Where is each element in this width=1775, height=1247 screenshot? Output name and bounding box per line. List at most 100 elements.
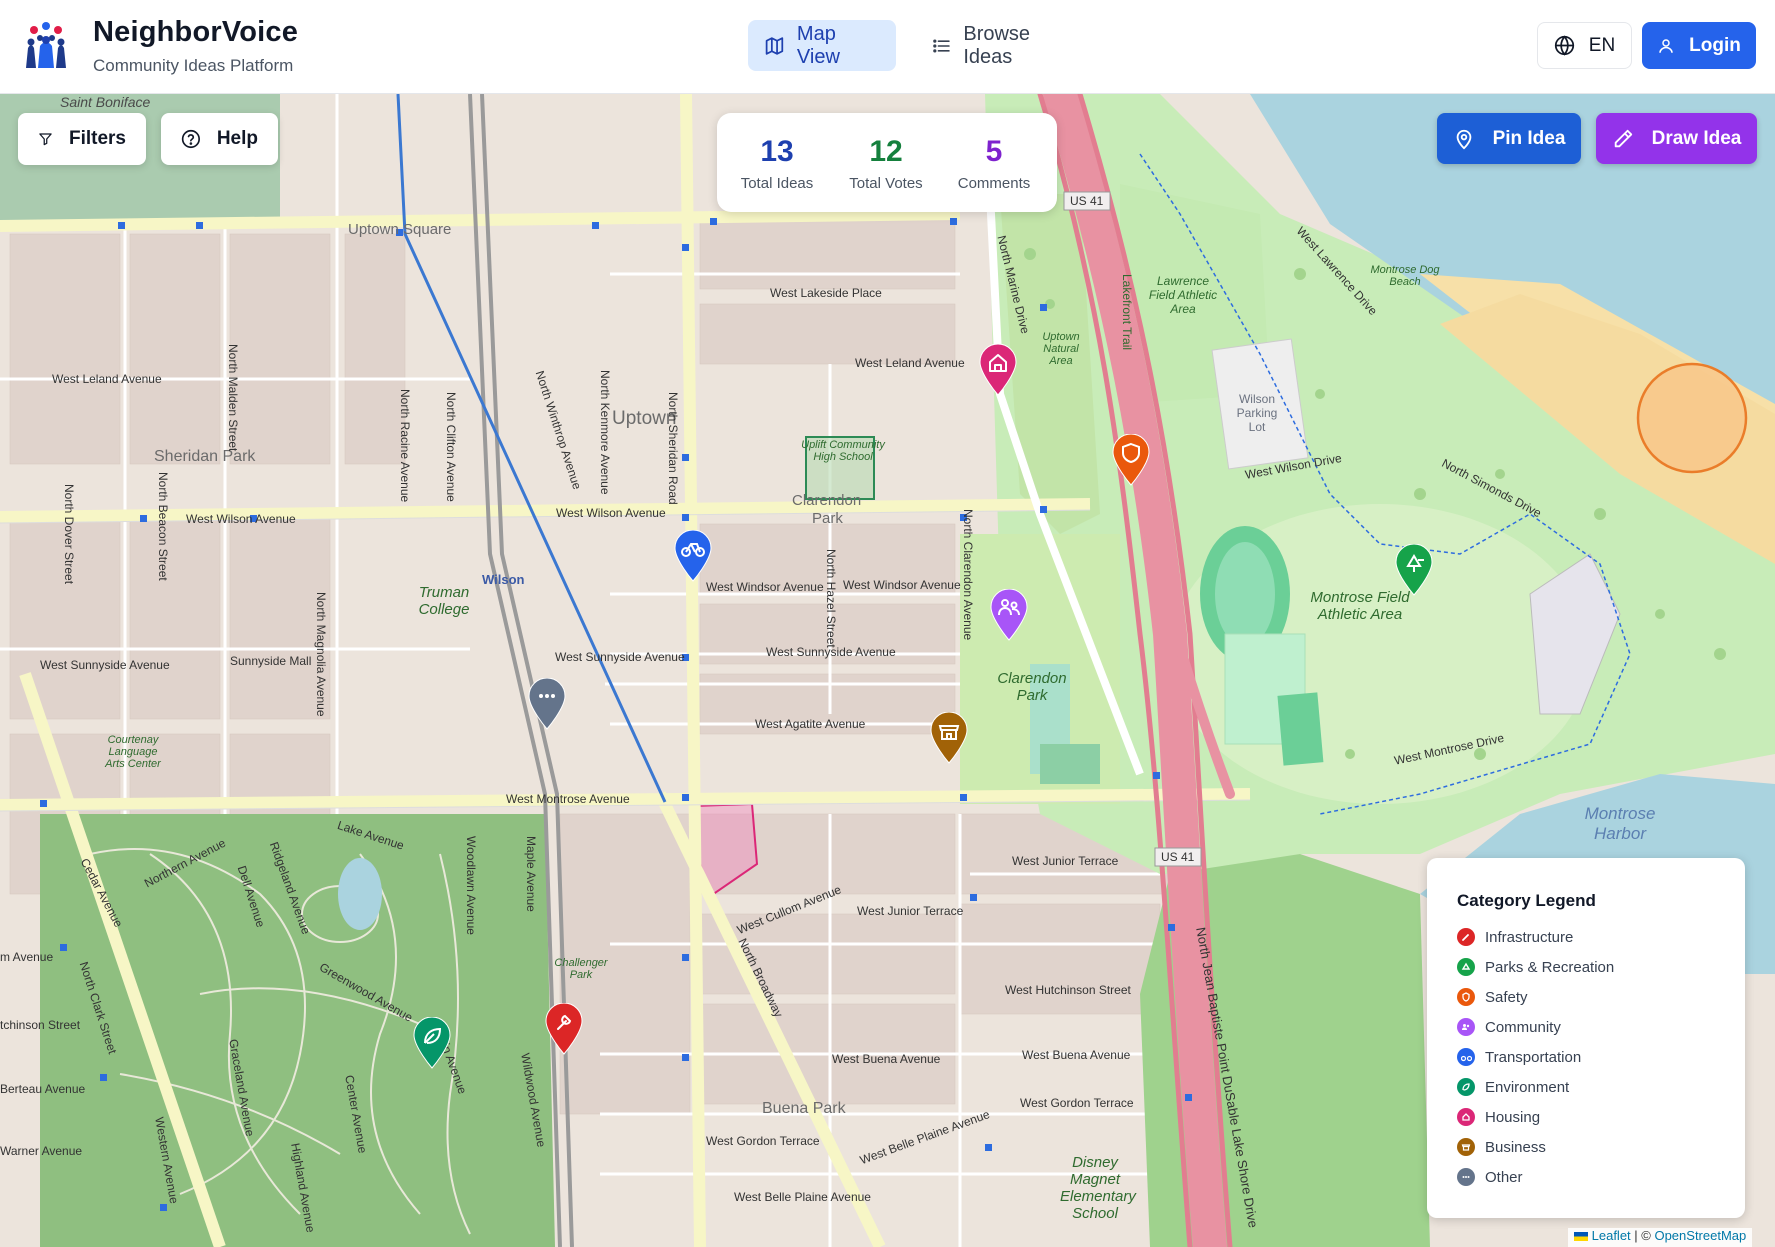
map-label-saint-boniface: Saint Boniface xyxy=(60,94,151,110)
login-button[interactable]: Login xyxy=(1642,22,1756,69)
nav-map-view[interactable]: Map View xyxy=(748,20,896,71)
map-label-disney: Disney Magnet Elementary School xyxy=(1060,1154,1136,1222)
stat-total-ideas: 13 Total Ideas xyxy=(739,137,815,193)
map-label-w-montrose: West Montrose Avenue xyxy=(506,792,630,806)
marker-parks-recreation[interactable] xyxy=(1394,543,1434,596)
nav-browse-ideas-label: Browse Ideas xyxy=(963,22,1031,68)
map-label-w-hutchinson: West Hutchinson Street xyxy=(1005,983,1131,997)
stat-total-ideas-label: Total Ideas xyxy=(740,175,814,192)
map-label-n-clifton: North Clifton Avenue xyxy=(444,392,458,502)
map-label-w-leland: West Leland Avenue xyxy=(52,372,162,386)
marker-transportation[interactable] xyxy=(673,529,713,582)
map-label-montrose-dog-beach: Montrose Dog Beach xyxy=(1370,264,1440,288)
map-label-w-buena-2: West Buena Avenue xyxy=(1022,1048,1131,1062)
legend-title: Category Legend xyxy=(1457,891,1596,910)
map-label-w-buena: West Buena Avenue xyxy=(832,1052,941,1066)
map-label-clarendon-park-word: Park xyxy=(812,510,843,527)
map-label-n-clarendon: North Clarendon Avenue xyxy=(961,509,975,641)
shield-icon xyxy=(1457,988,1475,1006)
map-label-w-lakeside: West Lakeside Place xyxy=(770,286,882,300)
map-label-w-gordon-2: West Gordon Terrace xyxy=(706,1134,820,1148)
ukraine-flag-icon xyxy=(1574,1232,1588,1242)
map-label-n-malden: North Malden Street xyxy=(226,344,240,452)
map-label-woodlawn: Woodlawn Avenue xyxy=(464,836,478,935)
legend-label: Transportation xyxy=(1485,1048,1582,1066)
app-logo xyxy=(22,20,70,70)
map-label-n-hazel: North Hazel Street xyxy=(824,549,838,648)
stat-comments-value: 5 xyxy=(985,135,1003,168)
help-button[interactable]: Help xyxy=(161,113,278,165)
map-label-maple: Maple Avenue xyxy=(524,836,538,912)
map-label-uplift: Uplift Community High School xyxy=(801,439,885,463)
map-label-challenger: Challenger Park xyxy=(554,957,608,981)
map-label-w-sunnyside-2: West Sunnyside Avenue xyxy=(555,650,685,664)
marker-other[interactable] xyxy=(527,677,567,730)
map-icon xyxy=(765,36,784,55)
home-icon xyxy=(1457,1108,1475,1126)
marker-housing[interactable] xyxy=(978,343,1018,396)
legend-item-community: Community xyxy=(1457,1015,1561,1039)
nav-browse-ideas[interactable]: Browse Ideas xyxy=(916,20,1086,71)
users-icon xyxy=(1457,1018,1475,1036)
user-icon xyxy=(1659,38,1673,53)
legend-label: Infrastructure xyxy=(1485,928,1574,946)
map-label-w-junior: West Junior Terrace xyxy=(1012,854,1119,868)
map-label-wilson: Wilson xyxy=(482,572,525,587)
marker-community[interactable] xyxy=(989,588,1029,641)
filters-button[interactable]: Filters xyxy=(18,113,146,165)
map-label-warner: Warner Avenue xyxy=(0,1144,83,1158)
app-subtitle: Community Ideas Platform xyxy=(93,56,294,75)
list-icon xyxy=(933,39,950,52)
marker-safety[interactable] xyxy=(1111,433,1151,486)
map-label-lawrence-field: Lawrence Field Athletic Area xyxy=(1148,274,1218,316)
leaflet-link[interactable]: Leaflet xyxy=(1592,1228,1631,1243)
legend-item-business: Business xyxy=(1457,1135,1546,1159)
map-label-n-sheridan: North Sheridan Road xyxy=(666,392,680,505)
legend-item-environment: Environment xyxy=(1457,1075,1569,1099)
map-label-clarendon: Clarendon xyxy=(792,492,862,509)
map-label-n-dover: North Dover Street xyxy=(62,484,76,585)
bike-icon xyxy=(1457,1048,1475,1066)
draw-idea-button[interactable]: Draw Idea xyxy=(1596,113,1757,164)
help-icon xyxy=(181,129,200,149)
marker-environment[interactable] xyxy=(412,1016,452,1069)
nav-map-view-label: Map View xyxy=(796,22,840,68)
map-label-w-agatite: West Agatite Avenue xyxy=(755,717,866,731)
pencil-icon xyxy=(1614,129,1632,147)
app-title: NeighborVoice xyxy=(93,16,299,48)
map-label-w-windsor: West Windsor Avenue xyxy=(706,580,824,594)
help-label: Help xyxy=(216,128,258,149)
legend-label: Housing xyxy=(1485,1108,1541,1126)
attribution-separator: | © xyxy=(1630,1228,1655,1243)
filter-icon xyxy=(39,133,52,146)
map-label-w-sunnyside: West Sunnyside Avenue xyxy=(40,658,170,672)
legend-label: Environment xyxy=(1485,1078,1570,1096)
legend-label: Business xyxy=(1485,1138,1546,1156)
openstreetmap-link[interactable]: OpenStreetMap xyxy=(1654,1228,1746,1243)
stat-total-votes: 12 Total Votes xyxy=(846,135,926,193)
store-icon xyxy=(1457,1138,1475,1156)
globe-icon xyxy=(1554,35,1574,56)
stat-total-votes-label: Total Votes xyxy=(849,175,923,192)
legend-item-transportation: Transportation xyxy=(1457,1045,1581,1069)
legend-item-parks-recreation: Parks & Recreation xyxy=(1457,955,1614,979)
map-label-w-gordon: West Gordon Terrace xyxy=(1020,1096,1134,1110)
more-icon xyxy=(539,694,555,698)
marker-infrastructure[interactable] xyxy=(544,1002,584,1055)
map-label-n-magnolia: North Magnolia Avenue xyxy=(314,592,328,717)
login-label: Login xyxy=(1689,34,1741,56)
wrench-icon xyxy=(1457,928,1475,946)
draw-idea-label: Draw Idea xyxy=(1651,127,1742,149)
marker-business[interactable] xyxy=(929,711,969,764)
map-label-w-leland-2: West Leland Avenue xyxy=(855,356,965,370)
map-label-n-racine: North Racine Avenue xyxy=(398,389,412,503)
pin-idea-button[interactable]: Pin Idea xyxy=(1437,113,1581,164)
map-label-clarendon-park: Clarendon Park xyxy=(997,670,1067,704)
legend-label: Safety xyxy=(1485,988,1528,1006)
stat-total-votes-value: 12 xyxy=(869,135,903,168)
filters-label: Filters xyxy=(68,128,126,149)
legend-label: Parks & Recreation xyxy=(1485,958,1615,976)
language-selector[interactable]: EN xyxy=(1537,22,1632,69)
more-icon xyxy=(1457,1168,1475,1186)
map-pin-icon xyxy=(1456,129,1471,149)
